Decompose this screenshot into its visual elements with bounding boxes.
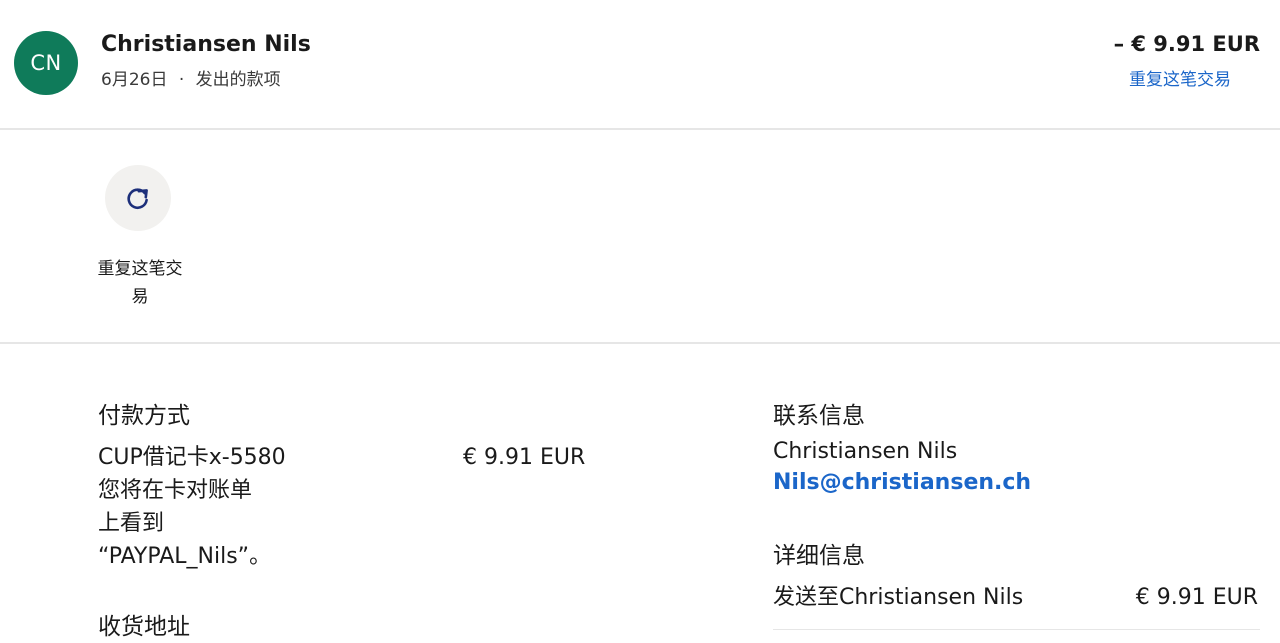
repeat-label-line1: 重复这笔交 [97,259,183,279]
avatar-initials: CN [30,51,62,75]
avatar: CN [14,31,78,95]
statement-note-line2: 上看到 [98,511,165,536]
transaction-type: 发出的款项 [195,70,281,90]
transaction-amount: – € 9.91 EUR [1113,32,1260,56]
transaction-header: CN Christiansen Nils 6月26日 · 发出的款项 – € 9… [0,0,1280,130]
statement-note-line1: 您将在卡对账单 [98,478,253,503]
payment-amount: € 9.91 EUR [463,445,586,470]
subtitle-separator: · [178,70,185,90]
statement-note: 您将在卡对账单 上看到 “PAYPAL_Nils”。 [98,474,271,573]
details-title: 详细信息 [773,543,865,569]
transaction-subtitle: 6月26日 · 发出的款项 [101,65,281,90]
payment-method-card: CUP借记卡x-5580 [98,445,286,470]
actions-bar: 重复这笔交 易 [0,130,1280,344]
sent-to-label: 发送至Christiansen Nils [773,585,1024,610]
payment-method-title: 付款方式 [98,403,190,429]
repeat-transaction-link[interactable]: 重复这笔交易 [1129,65,1231,90]
shipping-address-title: 收货地址 [98,614,190,640]
details-divider [773,629,1260,630]
repeat-label-line2: 易 [131,287,149,307]
statement-note-line3: “PAYPAL_Nils”。 [98,544,272,569]
contact-email-link[interactable]: Nils@christiansen.ch [773,470,1031,495]
details-amount: € 9.91 EUR [1135,585,1258,610]
repeat-transaction-button[interactable] [105,165,171,231]
transaction-date: 6月26日 [101,70,168,90]
contact-name: Christiansen Nils [773,439,958,464]
contact-info-title: 联系信息 [773,403,865,429]
counterparty-name: Christiansen Nils [101,32,311,57]
repeat-transaction-label[interactable]: 重复这笔交 易 [80,255,200,311]
refresh-icon [124,184,152,212]
